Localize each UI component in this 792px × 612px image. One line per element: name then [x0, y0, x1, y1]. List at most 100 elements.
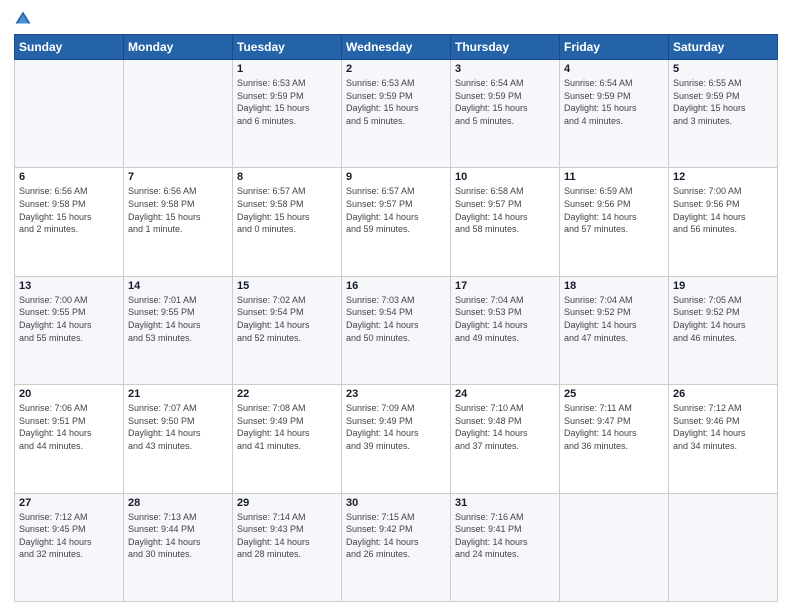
day-info: Sunrise: 6:54 AM Sunset: 9:59 PM Dayligh…	[455, 77, 555, 127]
weekday-header-saturday: Saturday	[669, 35, 778, 60]
day-number: 21	[128, 388, 228, 400]
day-number: 14	[128, 280, 228, 292]
day-info: Sunrise: 6:59 AM Sunset: 9:56 PM Dayligh…	[564, 185, 664, 235]
day-number: 13	[19, 280, 119, 292]
day-number: 5	[673, 63, 773, 75]
day-number: 25	[564, 388, 664, 400]
calendar-cell: 1 Sunrise: 6:53 AM Sunset: 9:59 PM Daylig…	[233, 60, 342, 168]
day-info: Sunrise: 6:55 AM Sunset: 9:59 PM Dayligh…	[673, 77, 773, 127]
weekday-header-tuesday: Tuesday	[233, 35, 342, 60]
day-info: Sunrise: 6:57 AM Sunset: 9:58 PM Dayligh…	[237, 185, 337, 235]
calendar-cell: 18 Sunrise: 7:04 AM Sunset: 9:52 PM Dayli…	[560, 276, 669, 384]
weekday-header-monday: Monday	[124, 35, 233, 60]
day-number: 8	[237, 171, 337, 183]
day-info: Sunrise: 6:58 AM Sunset: 9:57 PM Dayligh…	[455, 185, 555, 235]
calendar-cell: 27 Sunrise: 7:12 AM Sunset: 9:45 PM Dayli…	[15, 493, 124, 601]
day-number: 7	[128, 171, 228, 183]
calendar-cell: 16 Sunrise: 7:03 AM Sunset: 9:54 PM Dayli…	[342, 276, 451, 384]
calendar-cell: 6 Sunrise: 6:56 AM Sunset: 9:58 PM Daylig…	[15, 168, 124, 276]
day-number: 1	[237, 63, 337, 75]
calendar-cell	[669, 493, 778, 601]
calendar-cell: 3 Sunrise: 6:54 AM Sunset: 9:59 PM Daylig…	[451, 60, 560, 168]
calendar-week-0: 1 Sunrise: 6:53 AM Sunset: 9:59 PM Daylig…	[15, 60, 778, 168]
day-info: Sunrise: 7:02 AM Sunset: 9:54 PM Dayligh…	[237, 294, 337, 344]
day-number: 11	[564, 171, 664, 183]
day-info: Sunrise: 7:08 AM Sunset: 9:49 PM Dayligh…	[237, 402, 337, 452]
calendar-cell: 28 Sunrise: 7:13 AM Sunset: 9:44 PM Dayli…	[124, 493, 233, 601]
day-info: Sunrise: 7:12 AM Sunset: 9:46 PM Dayligh…	[673, 402, 773, 452]
day-number: 18	[564, 280, 664, 292]
day-info: Sunrise: 7:06 AM Sunset: 9:51 PM Dayligh…	[19, 402, 119, 452]
calendar-cell: 11 Sunrise: 6:59 AM Sunset: 9:56 PM Dayli…	[560, 168, 669, 276]
calendar-cell	[15, 60, 124, 168]
calendar-cell: 17 Sunrise: 7:04 AM Sunset: 9:53 PM Dayli…	[451, 276, 560, 384]
calendar-cell: 30 Sunrise: 7:15 AM Sunset: 9:42 PM Dayli…	[342, 493, 451, 601]
calendar-cell: 29 Sunrise: 7:14 AM Sunset: 9:43 PM Dayli…	[233, 493, 342, 601]
day-info: Sunrise: 6:56 AM Sunset: 9:58 PM Dayligh…	[19, 185, 119, 235]
calendar-week-1: 6 Sunrise: 6:56 AM Sunset: 9:58 PM Daylig…	[15, 168, 778, 276]
calendar-cell: 5 Sunrise: 6:55 AM Sunset: 9:59 PM Daylig…	[669, 60, 778, 168]
day-info: Sunrise: 7:00 AM Sunset: 9:56 PM Dayligh…	[673, 185, 773, 235]
calendar-cell	[124, 60, 233, 168]
day-number: 19	[673, 280, 773, 292]
calendar-cell: 8 Sunrise: 6:57 AM Sunset: 9:58 PM Daylig…	[233, 168, 342, 276]
day-info: Sunrise: 7:11 AM Sunset: 9:47 PM Dayligh…	[564, 402, 664, 452]
day-number: 4	[564, 63, 664, 75]
weekday-header-friday: Friday	[560, 35, 669, 60]
day-info: Sunrise: 7:15 AM Sunset: 9:42 PM Dayligh…	[346, 511, 446, 561]
calendar-cell	[560, 493, 669, 601]
day-info: Sunrise: 7:07 AM Sunset: 9:50 PM Dayligh…	[128, 402, 228, 452]
day-info: Sunrise: 7:12 AM Sunset: 9:45 PM Dayligh…	[19, 511, 119, 561]
calendar-cell: 21 Sunrise: 7:07 AM Sunset: 9:50 PM Dayli…	[124, 385, 233, 493]
day-number: 15	[237, 280, 337, 292]
weekday-header-row: SundayMondayTuesdayWednesdayThursdayFrid…	[15, 35, 778, 60]
day-number: 3	[455, 63, 555, 75]
calendar-cell: 25 Sunrise: 7:11 AM Sunset: 9:47 PM Dayli…	[560, 385, 669, 493]
day-number: 22	[237, 388, 337, 400]
calendar-cell: 2 Sunrise: 6:53 AM Sunset: 9:59 PM Daylig…	[342, 60, 451, 168]
calendar-cell: 31 Sunrise: 7:16 AM Sunset: 9:41 PM Dayli…	[451, 493, 560, 601]
calendar-week-4: 27 Sunrise: 7:12 AM Sunset: 9:45 PM Dayli…	[15, 493, 778, 601]
day-number: 12	[673, 171, 773, 183]
logo	[14, 10, 36, 28]
day-info: Sunrise: 6:57 AM Sunset: 9:57 PM Dayligh…	[346, 185, 446, 235]
day-info: Sunrise: 7:04 AM Sunset: 9:52 PM Dayligh…	[564, 294, 664, 344]
calendar-cell: 7 Sunrise: 6:56 AM Sunset: 9:58 PM Daylig…	[124, 168, 233, 276]
day-number: 6	[19, 171, 119, 183]
calendar-week-3: 20Sunrise: 7:06 AM Sunset: 9:51 PM Dayli…	[15, 385, 778, 493]
calendar-cell: 4 Sunrise: 6:54 AM Sunset: 9:59 PM Daylig…	[560, 60, 669, 168]
day-info: Sunrise: 7:01 AM Sunset: 9:55 PM Dayligh…	[128, 294, 228, 344]
day-number: 31	[455, 497, 555, 509]
day-number: 30	[346, 497, 446, 509]
day-info: Sunrise: 7:14 AM Sunset: 9:43 PM Dayligh…	[237, 511, 337, 561]
calendar-week-2: 13Sunrise: 7:00 AM Sunset: 9:55 PM Dayli…	[15, 276, 778, 384]
day-info: Sunrise: 7:03 AM Sunset: 9:54 PM Dayligh…	[346, 294, 446, 344]
day-info: Sunrise: 7:13 AM Sunset: 9:44 PM Dayligh…	[128, 511, 228, 561]
day-info: Sunrise: 7:04 AM Sunset: 9:53 PM Dayligh…	[455, 294, 555, 344]
calendar-cell: 24Sunrise: 7:10 AM Sunset: 9:48 PM Dayli…	[451, 385, 560, 493]
day-number: 28	[128, 497, 228, 509]
calendar-cell: 15 Sunrise: 7:02 AM Sunset: 9:54 PM Dayli…	[233, 276, 342, 384]
weekday-header-sunday: Sunday	[15, 35, 124, 60]
weekday-header-thursday: Thursday	[451, 35, 560, 60]
calendar-cell: 23Sunrise: 7:09 AM Sunset: 9:49 PM Dayli…	[342, 385, 451, 493]
day-info: Sunrise: 6:54 AM Sunset: 9:59 PM Dayligh…	[564, 77, 664, 127]
calendar-cell: 9Sunrise: 6:57 AM Sunset: 9:57 PM Daylig…	[342, 168, 451, 276]
calendar-cell: 26Sunrise: 7:12 AM Sunset: 9:46 PM Dayli…	[669, 385, 778, 493]
day-number: 16	[346, 280, 446, 292]
day-info: Sunrise: 6:53 AM Sunset: 9:59 PM Dayligh…	[237, 77, 337, 127]
logo-icon	[14, 10, 32, 28]
day-info: Sunrise: 7:16 AM Sunset: 9:41 PM Dayligh…	[455, 511, 555, 561]
calendar-cell: 10Sunrise: 6:58 AM Sunset: 9:57 PM Dayli…	[451, 168, 560, 276]
day-number: 29	[237, 497, 337, 509]
calendar-cell: 12 Sunrise: 7:00 AM Sunset: 9:56 PM Dayli…	[669, 168, 778, 276]
calendar-cell: 14 Sunrise: 7:01 AM Sunset: 9:55 PM Dayli…	[124, 276, 233, 384]
day-info: Sunrise: 6:53 AM Sunset: 9:59 PM Dayligh…	[346, 77, 446, 127]
calendar-cell: 20Sunrise: 7:06 AM Sunset: 9:51 PM Dayli…	[15, 385, 124, 493]
calendar-cell: 13Sunrise: 7:00 AM Sunset: 9:55 PM Dayli…	[15, 276, 124, 384]
day-number: 27	[19, 497, 119, 509]
day-info: Sunrise: 7:10 AM Sunset: 9:48 PM Dayligh…	[455, 402, 555, 452]
day-number: 17	[455, 280, 555, 292]
day-info: Sunrise: 6:56 AM Sunset: 9:58 PM Dayligh…	[128, 185, 228, 235]
day-number: 2	[346, 63, 446, 75]
